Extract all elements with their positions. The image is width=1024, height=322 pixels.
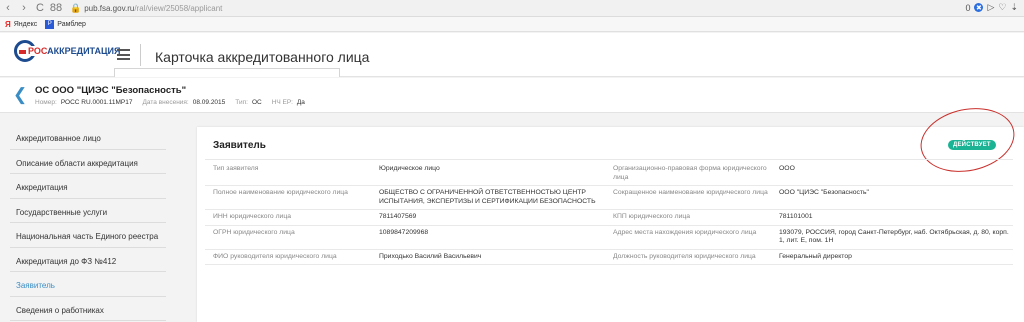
extension-icon[interactable]: ✖ [974, 3, 984, 12]
reload-button[interactable]: C [32, 1, 48, 16]
sidebar-item-national-registry[interactable]: Национальная часть Единого реестра [10, 223, 166, 248]
field-label: Тип заявителя [213, 165, 259, 172]
logo[interactable]: РОСАККРЕДИТАЦИЯ [14, 40, 123, 62]
address-bar[interactable]: 🔒 pub.fsa.gov.ru/ral/view/25058/applican… [70, 2, 222, 15]
yandex-icon: Я [5, 19, 11, 29]
tabs-grid-button[interactable]: 88 [48, 1, 64, 16]
download-icon[interactable]: ⇣ [1010, 2, 1018, 13]
field-label: ФИО руководителя юридического лица [213, 252, 337, 260]
app-header: РОСАККРЕДИТАЦИЯ Карточка аккредитованног… [0, 33, 1024, 77]
field-label: Полное наименование юридического лица [213, 189, 348, 196]
field-label: Должность руководителя юридического лица [613, 252, 756, 260]
field-label: ИНН юридического лица [213, 213, 292, 220]
table-row: Тип заявителя Юридическое лицо Организац… [205, 162, 1013, 186]
field-value: 7811407569 [379, 213, 417, 220]
header-divider [140, 44, 141, 66]
sidebar: Аккредитованное лицо Описание области ак… [0, 125, 180, 321]
field-value: Приходько Василий Васильевич [379, 252, 482, 260]
table-row: Полное наименование юридического лица ОБ… [205, 186, 1013, 210]
sidebar-item-accredited-person[interactable]: Аккредитованное лицо [10, 125, 166, 150]
bookmark-label: Яндекс [13, 20, 38, 28]
field-value: 781101001 [779, 213, 813, 220]
rambler-icon: Р [45, 19, 55, 29]
entity-header: ❮ ОС ООО "ЦИЭС "Безопасность" Номер: РОС… [0, 78, 1024, 113]
field-value: Генеральный директор [779, 252, 852, 260]
applicant-card: Заявитель ДЕЙСТВУЕТ Тип заявителя Юридич… [197, 99, 1024, 322]
bookmark-rambler[interactable]: Р Рамблер [45, 19, 86, 29]
lock-icon: 🔒 [70, 2, 82, 13]
nch-label: НЧ ЕР: [271, 99, 293, 106]
share-icon[interactable]: ▷ [987, 2, 994, 13]
page-title: Карточка аккредитованного лица [155, 49, 370, 65]
sidebar-item-employees[interactable]: Сведения о работниках [10, 297, 166, 321]
field-label: Сокращенное наименование юридического ли… [613, 189, 768, 196]
table-row: ФИО руководителя юридического лица Прихо… [205, 250, 1013, 265]
field-label: КПП юридического лица [613, 213, 691, 220]
menu-icon[interactable] [117, 49, 130, 60]
table-row: ИНН юридического лица 7811407569 КПП юри… [205, 210, 1013, 226]
back-button[interactable]: ‹ [0, 1, 16, 16]
sidebar-item-accreditation-pre-412[interactable]: Аккредитация до ФЗ №412 [10, 248, 166, 272]
field-value: 1089847209968 [379, 228, 429, 236]
sidebar-item-gov-services[interactable]: Государственные услуги [10, 199, 166, 223]
field-label: Адрес места нахождения юридического лица [613, 228, 757, 236]
type-label: Тип: [235, 99, 248, 106]
field-value: ОБЩЕСТВО С ОГРАНИЧЕННОЙ ОТВЕТСТВЕННОСТЬЮ… [379, 189, 596, 205]
entity-meta: Номер: РОСС RU.0001.11МР17 Дата внесения… [35, 99, 311, 106]
date-label: Дата внесения: [142, 99, 189, 106]
bookmarks-bar: Я Яндекс Р Рамблер [0, 17, 1024, 32]
table-row: ОГРН юридического лица 1089847209968 Адр… [205, 226, 1013, 250]
chevron-left-icon[interactable]: ❮ [13, 86, 27, 103]
sidebar-item-accreditation[interactable]: Аккредитация [10, 174, 166, 199]
field-value: Юридическое лицо [379, 165, 440, 172]
card-title: Заявитель [213, 140, 266, 151]
date-value: 08.09.2015 [192, 99, 226, 106]
logo-text: РОСАККРЕДИТАЦИЯ [26, 46, 123, 56]
number-label: Номер: [35, 99, 57, 106]
field-value: ООО "ЦИЭС "Безопасность" [779, 189, 869, 196]
forward-button[interactable]: › [16, 1, 32, 16]
bookmark-label: Рамблер [57, 20, 86, 28]
entity-name: ОС ООО "ЦИЭС "Безопасность" [35, 85, 187, 96]
type-value: ОС [251, 99, 262, 106]
badge-count: 0 [965, 2, 971, 13]
url-path: /ral/view/25058/applicant [134, 3, 223, 13]
url-domain: pub.fsa.gov.ru [84, 3, 135, 13]
field-label: Организационно-правовая форма юридическо… [613, 165, 767, 181]
search-input[interactable] [114, 68, 340, 77]
heart-icon[interactable]: ♡ [998, 2, 1006, 13]
divider [205, 159, 1013, 160]
field-value: 193079, РОССИЯ, город Санкт-Петербург, н… [779, 228, 1009, 245]
bookmark-yandex[interactable]: Я Яндекс [5, 20, 37, 29]
sidebar-item-applicant[interactable]: Заявитель [10, 272, 166, 297]
field-value: ООО [779, 165, 795, 172]
applicant-details: Тип заявителя Юридическое лицо Организац… [205, 162, 1013, 265]
browser-toolbar: ‹ › C 88 🔒 pub.fsa.gov.ru/ral/view/25058… [0, 0, 1024, 17]
sidebar-item-scope[interactable]: Описание области аккредитация [10, 150, 166, 174]
number-value: РОСС RU.0001.11МР17 [60, 99, 133, 106]
field-label: ОГРН юридического лица [213, 228, 295, 236]
browser-extensions: 0 ✖ ▷ ♡ ⇣ [965, 2, 1018, 13]
nch-value: Да [296, 99, 305, 106]
status-badge: ДЕЙСТВУЕТ [948, 140, 996, 150]
